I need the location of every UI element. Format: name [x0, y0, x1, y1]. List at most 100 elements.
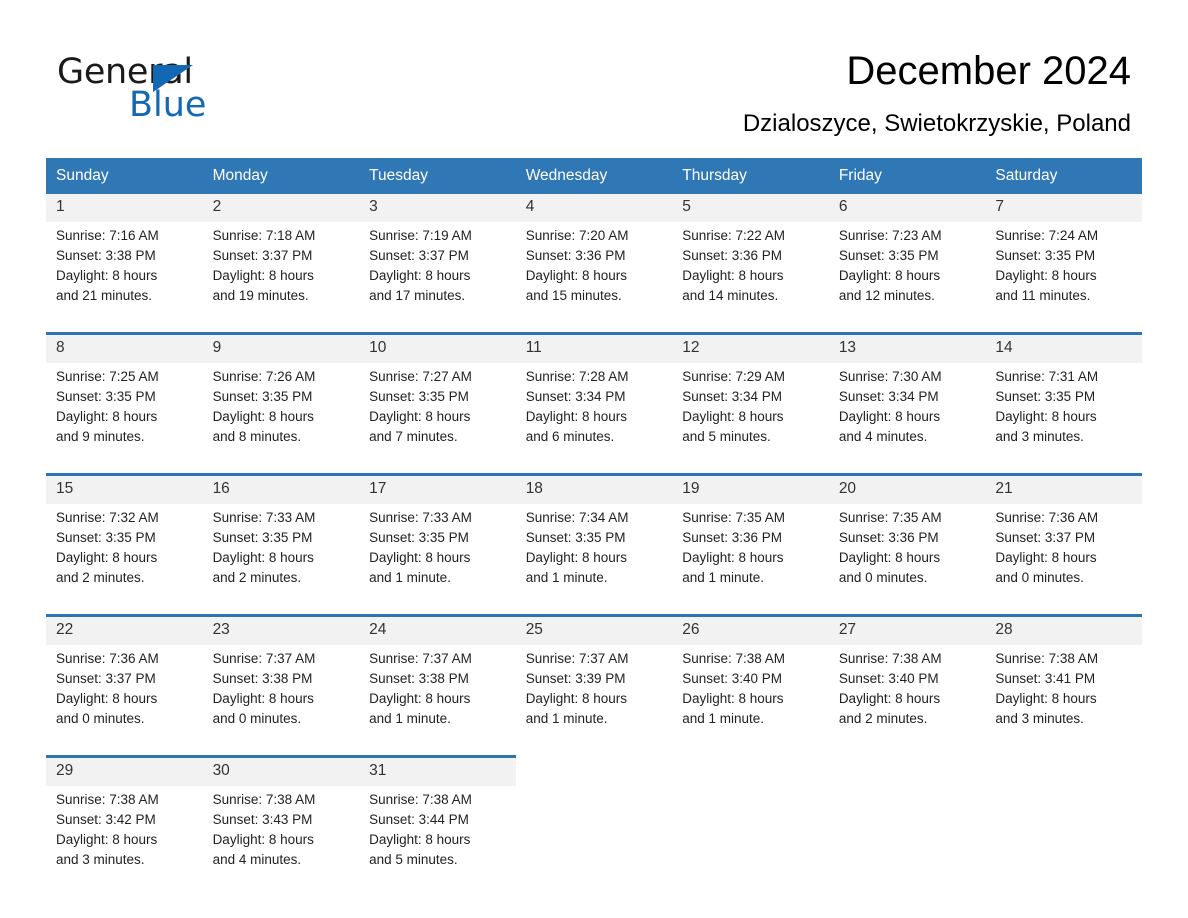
day-number[interactable]: 15	[46, 473, 203, 504]
day-sunset-text: Sunset: 3:40 PM	[682, 671, 783, 686]
day-sunset-text: Sunset: 3:43 PM	[212, 812, 313, 827]
day-sunset-text: Sunset: 3:36 PM	[682, 530, 783, 545]
day-number[interactable]: 5	[672, 194, 829, 222]
day-number-empty	[672, 755, 829, 786]
day-number[interactable]: 1	[46, 194, 203, 222]
day-number[interactable]: 17	[359, 473, 516, 504]
day-number[interactable]: 21	[985, 473, 1142, 504]
day-number[interactable]: 10	[359, 332, 516, 363]
general-blue-logo: General Blue	[57, 52, 297, 127]
day-number[interactable]: 4	[515, 194, 673, 222]
day-daylight-1-text: Daylight: 8 hours	[838, 550, 941, 565]
day-details: Sunrise: 7:34 AM Sunset: 3:35 PM Daylight:…	[515, 504, 673, 600]
day-daylight-1-text: Daylight: 8 hours	[838, 268, 941, 283]
day-daylight-2-text: and 5 minutes.	[369, 852, 458, 867]
day-sunrise-text: Sunrise: 7:38 AM	[212, 792, 316, 807]
day-sunset-text: Sunset: 3:44 PM	[369, 812, 469, 827]
day-daylight-2-text: and 4 minutes.	[838, 429, 928, 444]
day-daylight-1-text: Daylight: 8 hours	[838, 691, 941, 706]
day-sunset-text: Sunset: 3:35 PM	[369, 389, 469, 404]
day-number[interactable]: 13	[828, 332, 986, 363]
calendar-header-row: Sunday Monday Tuesday Wednesday Thursday…	[46, 158, 1142, 194]
day-number[interactable]: 11	[515, 332, 673, 363]
day-number[interactable]: 14	[985, 332, 1142, 363]
day-daylight-2-text: and 0 minutes.	[212, 711, 302, 726]
week-date-row: 29 30 31	[46, 755, 1142, 786]
day-number[interactable]: 29	[46, 755, 203, 786]
day-sunrise-text: Sunrise: 7:33 AM	[212, 510, 316, 525]
day-number[interactable]: 26	[672, 614, 829, 645]
day-number[interactable]: 23	[202, 614, 360, 645]
day-number[interactable]: 7	[985, 194, 1142, 222]
day-number[interactable]: 6	[828, 194, 986, 222]
day-sunset-text: Sunset: 3:37 PM	[995, 530, 1096, 545]
day-sunrise-text: Sunrise: 7:22 AM	[682, 228, 786, 243]
day-sunrise-text: Sunrise: 7:31 AM	[995, 369, 1099, 384]
week-spacer-cell	[46, 600, 1142, 616]
day-number[interactable]: 18	[515, 473, 673, 504]
day-number[interactable]: 24	[359, 614, 516, 645]
day-number[interactable]: 2	[202, 194, 360, 222]
day-number[interactable]: 30	[202, 755, 360, 786]
day-sunset-text: Sunset: 3:35 PM	[995, 248, 1096, 263]
day-details: Sunrise: 7:31 AM Sunset: 3:35 PM Daylight:…	[985, 363, 1142, 459]
day-daylight-2-text: and 0 minutes.	[995, 570, 1084, 585]
day-number-empty	[828, 755, 986, 786]
day-details: Sunrise: 7:37 AM Sunset: 3:38 PM Daylight:…	[202, 645, 360, 741]
day-daylight-2-text: and 15 minutes.	[525, 288, 622, 303]
logo-text-blue: Blue	[129, 85, 207, 125]
day-daylight-1-text: Daylight: 8 hours	[369, 550, 471, 565]
day-number[interactable]: 12	[672, 332, 829, 363]
day-sunrise-text: Sunrise: 7:30 AM	[838, 369, 942, 384]
day-details: Sunrise: 7:37 AM Sunset: 3:39 PM Daylight:…	[515, 645, 673, 741]
day-details: Sunrise: 7:19 AM Sunset: 3:37 PM Daylight:…	[359, 222, 516, 318]
day-number[interactable]: 16	[202, 473, 360, 504]
day-number[interactable]: 27	[828, 614, 986, 645]
day-number[interactable]: 25	[515, 614, 673, 645]
day-daylight-1-text: Daylight: 8 hours	[56, 268, 158, 283]
day-details: Sunrise: 7:24 AM Sunset: 3:35 PM Daylight:…	[985, 222, 1142, 318]
week-info-row: Sunrise: 7:38 AM Sunset: 3:42 PM Daylight:…	[46, 786, 1142, 882]
day-daylight-1-text: Daylight: 8 hours	[212, 268, 314, 283]
day-sunrise-text: Sunrise: 7:28 AM	[525, 369, 629, 384]
weekday-header-thursday: Thursday	[672, 158, 829, 194]
day-sunset-text: Sunset: 3:35 PM	[56, 530, 156, 545]
week-spacer	[46, 459, 1142, 475]
day-details: Sunrise: 7:38 AM Sunset: 3:40 PM Daylight:…	[828, 645, 986, 741]
day-number[interactable]: 31	[359, 755, 516, 786]
day-number[interactable]: 19	[672, 473, 829, 504]
day-number[interactable]: 9	[202, 332, 360, 363]
day-sunrise-text: Sunrise: 7:35 AM	[838, 510, 942, 525]
week-spacer-cell	[46, 459, 1142, 475]
day-sunset-text: Sunset: 3:36 PM	[838, 530, 939, 545]
day-sunrise-text: Sunrise: 7:24 AM	[995, 228, 1099, 243]
day-sunset-text: Sunset: 3:36 PM	[525, 248, 626, 263]
day-sunset-text: Sunset: 3:36 PM	[682, 248, 783, 263]
day-sunrise-text: Sunrise: 7:32 AM	[56, 510, 159, 525]
week-info-row: Sunrise: 7:32 AM Sunset: 3:35 PM Daylight:…	[46, 504, 1142, 600]
day-daylight-1-text: Daylight: 8 hours	[525, 409, 627, 424]
day-sunset-text: Sunset: 3:37 PM	[56, 671, 156, 686]
day-details: Sunrise: 7:36 AM Sunset: 3:37 PM Daylight:…	[985, 504, 1142, 600]
week-info-row: Sunrise: 7:25 AM Sunset: 3:35 PM Daylight:…	[46, 363, 1142, 459]
day-details: Sunrise: 7:38 AM Sunset: 3:42 PM Daylight:…	[46, 786, 203, 882]
day-daylight-1-text: Daylight: 8 hours	[369, 832, 471, 847]
calendar-body: 1 2 3 4 5 6 7 Sunrise: 7:16 AM Sunset: 3:38 PM Da…	[46, 194, 1142, 882]
day-number[interactable]: 20	[828, 473, 986, 504]
day-number[interactable]: 28	[985, 614, 1142, 645]
day-sunrise-text: Sunrise: 7:26 AM	[212, 369, 316, 384]
day-sunset-text: Sunset: 3:37 PM	[212, 248, 313, 263]
day-number[interactable]: 8	[46, 332, 203, 363]
day-sunrise-text: Sunrise: 7:36 AM	[995, 510, 1099, 525]
day-sunrise-text: Sunrise: 7:37 AM	[369, 651, 472, 666]
day-sunrise-text: Sunrise: 7:29 AM	[682, 369, 786, 384]
day-daylight-2-text: and 12 minutes.	[838, 288, 935, 303]
day-daylight-1-text: Daylight: 8 hours	[56, 691, 158, 706]
day-number[interactable]: 22	[46, 614, 203, 645]
week-date-row: 8 9 10 11 12 13 14	[46, 332, 1142, 363]
day-daylight-2-text: and 21 minutes.	[56, 288, 153, 303]
day-number[interactable]: 3	[359, 194, 516, 222]
week-spacer-cell	[46, 741, 1142, 757]
day-daylight-1-text: Daylight: 8 hours	[838, 409, 941, 424]
day-details-empty	[828, 786, 986, 882]
